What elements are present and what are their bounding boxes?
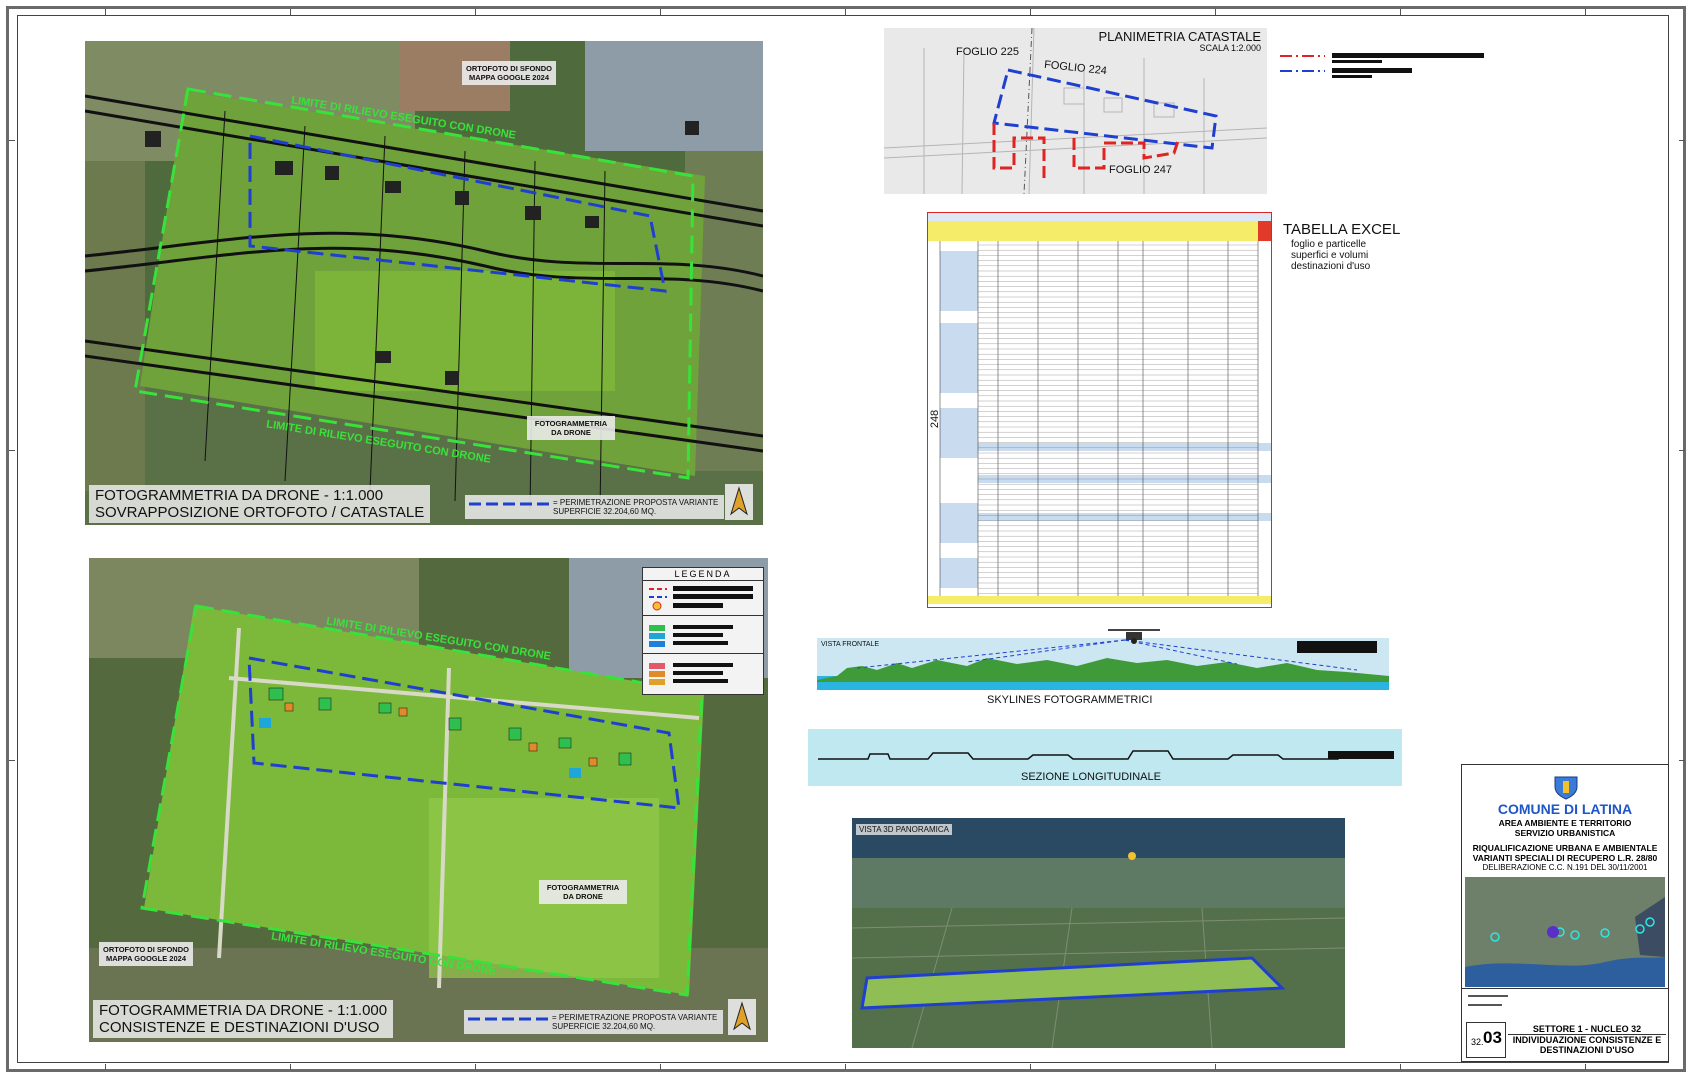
panoramic-tag: VISTA 3D PANORAMICA [856, 824, 952, 835]
drone-icon [1108, 629, 1160, 644]
source-line2: MAPPA GOOGLE 2024 [468, 73, 549, 82]
drone-label-line2: DA DRONE [551, 428, 591, 437]
excel-subtitle: foglio e particelle superfici e volumi d… [1291, 239, 1370, 272]
caption-bottom-line1: FOTOGRAMMETRIA DA DRONE - 1:1.000 [99, 1002, 388, 1019]
frame-tick [290, 1064, 291, 1070]
source-label-bottom: ORTOFOTO DI SFONDO MAPPA GOOGLE 2024 [99, 942, 193, 966]
frame-tick [9, 140, 15, 141]
frame-tick [1679, 140, 1685, 141]
drone-label-line1: FOTOGRAMMETRIA [546, 883, 620, 892]
panoramic-panel: VISTA 3D PANORAMICA [852, 818, 1345, 1048]
frame-tick [1585, 9, 1586, 15]
frame-tick [1215, 1064, 1216, 1070]
cadastral-legend [1280, 53, 1484, 78]
caption-bottom-line2: CONSISTENZE E DESTINAZIONI D'USO [99, 1019, 380, 1036]
panoramic-view [852, 818, 1345, 1048]
skyline-caption: SKYLINES FOTOGRAMMETRICI [987, 694, 1153, 706]
excel-table: 248 [927, 212, 1272, 608]
area-label: AREA AMBIENTE E TERRITORIO [1498, 818, 1632, 828]
drone-label-bottom: FOTOGRAMMETRIA DA DRONE [539, 880, 627, 904]
sheet-number: 03 [1483, 1028, 1502, 1047]
legend-line2: SUPERFICIE 32.204,60 MQ. [552, 1022, 656, 1031]
project-info: RIQUALIFICAZIONE URBANA E AMBIENTALE VAR… [1462, 843, 1668, 873]
title-block: COMUNE DI LATINA AREA AMBIENTE E TERRITO… [1461, 764, 1669, 1062]
excel-subtitle-line2: superfici e volumi [1291, 250, 1369, 261]
frame-tick [845, 9, 846, 15]
perimeter-legend-bottom: = PERIMETRAZIONE PROPOSTA VARIANTE SUPER… [464, 1010, 724, 1034]
frame-tick [1030, 1064, 1031, 1070]
frame-tick [660, 9, 661, 15]
frame-tick [9, 450, 15, 451]
source-line1: ORTOFOTO DI SFONDO [466, 64, 552, 73]
coat-of-arms-icon [1554, 776, 1578, 800]
desc-line1: INDIVIDUAZIONE CONSISTENZE E [1512, 1035, 1662, 1045]
foglio-247-label: FOGLIO 247 [1109, 164, 1172, 176]
project-line2: VARIANTI SPECIALI DI RECUPERO L.R. 28/80 [1472, 853, 1658, 863]
frame-tick [105, 1064, 106, 1070]
project-line1: RIQUALIFICAZIONE URBANA E AMBIENTALE [1472, 843, 1658, 853]
excel-subtitle-line3: destinazioni d'uso [1291, 261, 1371, 272]
source-label-top: ORTOFOTO DI SFONDO MAPPA GOOGLE 2024 [462, 61, 556, 85]
legend-title: LEGENDA [643, 568, 763, 581]
legend-line1: = PERIMETRAZIONE PROPOSTA VARIANTE [553, 498, 719, 507]
foglio-225-label: FOGLIO 225 [956, 46, 1019, 58]
frame-tick [1679, 760, 1685, 761]
legend-symbols [643, 586, 763, 685]
delibera-label: DELIBERAZIONE C.C. N.191 DEL 30/11/2001 [1482, 863, 1648, 872]
excel-grid [928, 213, 1271, 604]
frame-tick [845, 1064, 846, 1070]
excel-side-number: 248 [929, 409, 942, 429]
north-arrow-icon [728, 999, 756, 1035]
comune-name: COMUNE DI LATINA [1497, 801, 1633, 817]
sheet-description: SETTORE 1 - NUCLEO 32 INDIVIDUAZIONE CON… [1508, 1024, 1666, 1055]
drone-label-line1: FOTOGRAMMETRIA [534, 419, 608, 428]
cadastral-plan: PLANIMETRIA CATASTALE SCALA 1:2.000 FOGL… [884, 28, 1267, 194]
frame-tick [1679, 450, 1685, 451]
servizio-label: SERVIZIO URBANISTICA [1514, 828, 1616, 838]
legend-line2: SUPERFICIE 32.204,60 MQ. [553, 507, 657, 516]
desc-line2: DESTINAZIONI D'USO [1539, 1045, 1635, 1055]
frame-tick [1400, 9, 1401, 15]
frame-tick [660, 1064, 661, 1070]
frame-tick [1585, 1064, 1586, 1070]
skyline-drawing [817, 639, 1389, 690]
north-arrow-icon [725, 484, 753, 520]
drone-label-line2: DA DRONE [563, 892, 603, 901]
frame-tick [290, 9, 291, 15]
cadastral-scale: SCALA 1:2.000 [1199, 43, 1261, 53]
excel-subtitle-line1: foglio e particelle [1291, 239, 1367, 250]
sheet-number-box: 32. 03 [1466, 1022, 1506, 1058]
caption-bottom: FOTOGRAMMETRIA DA DRONE - 1:1.000 CONSIS… [93, 1000, 394, 1038]
source-line2: MAPPA GOOGLE 2024 [105, 954, 186, 963]
skyline-tag: VISTA FRONTALE [821, 641, 880, 648]
section-caption: SEZIONE LONGITUDINALE [1021, 771, 1161, 783]
perimeter-dash-icon [468, 1017, 548, 1021]
drone-label-top: FOTOGRAMMETRIA DA DRONE [527, 416, 615, 440]
legend-line1: = PERIMETRAZIONE PROPOSTA VARIANTE [552, 1013, 718, 1022]
legend-box: LEGENDA [642, 567, 764, 695]
frame-tick [475, 1064, 476, 1070]
frame-tick [1400, 1064, 1401, 1070]
frame-tick [1030, 9, 1031, 15]
caption-top: FOTOGRAMMETRIA DA DRONE - 1:1.000 SOVRAP… [89, 485, 431, 523]
skyline-panel: VISTA FRONTALE [817, 638, 1389, 690]
perimeter-dash-icon [469, 502, 549, 506]
section-panel: SEZIONE LONGITUDINALE [808, 729, 1402, 786]
signature-area [1462, 988, 1668, 1012]
frame-tick [105, 9, 106, 15]
sheet-prefix: 32. [1471, 1037, 1484, 1047]
excel-title: TABELLA EXCEL [1283, 221, 1401, 238]
perimeter-legend-top: = PERIMETRAZIONE PROPOSTA VARIANTE SUPER… [465, 495, 725, 519]
location-map [1465, 877, 1665, 987]
signature-lines [1468, 995, 1508, 1006]
source-line1: ORTOFOTO DI SFONDO [103, 945, 189, 954]
sector-label: SETTORE 1 - NUCLEO 32 [1508, 1024, 1666, 1035]
caption-top-line2: SOVRAPPOSIZIONE ORTOFOTO / CATASTALE [95, 504, 425, 521]
department: AREA AMBIENTE E TERRITORIO SERVIZIO URBA… [1462, 818, 1668, 838]
frame-tick [1215, 9, 1216, 15]
caption-top-line1: FOTOGRAMMETRIA DA DRONE - 1:1.000 [95, 487, 384, 504]
cadastral-title: PLANIMETRIA CATASTALE [1098, 29, 1261, 44]
frame-tick [475, 9, 476, 15]
frame-tick [9, 760, 15, 761]
